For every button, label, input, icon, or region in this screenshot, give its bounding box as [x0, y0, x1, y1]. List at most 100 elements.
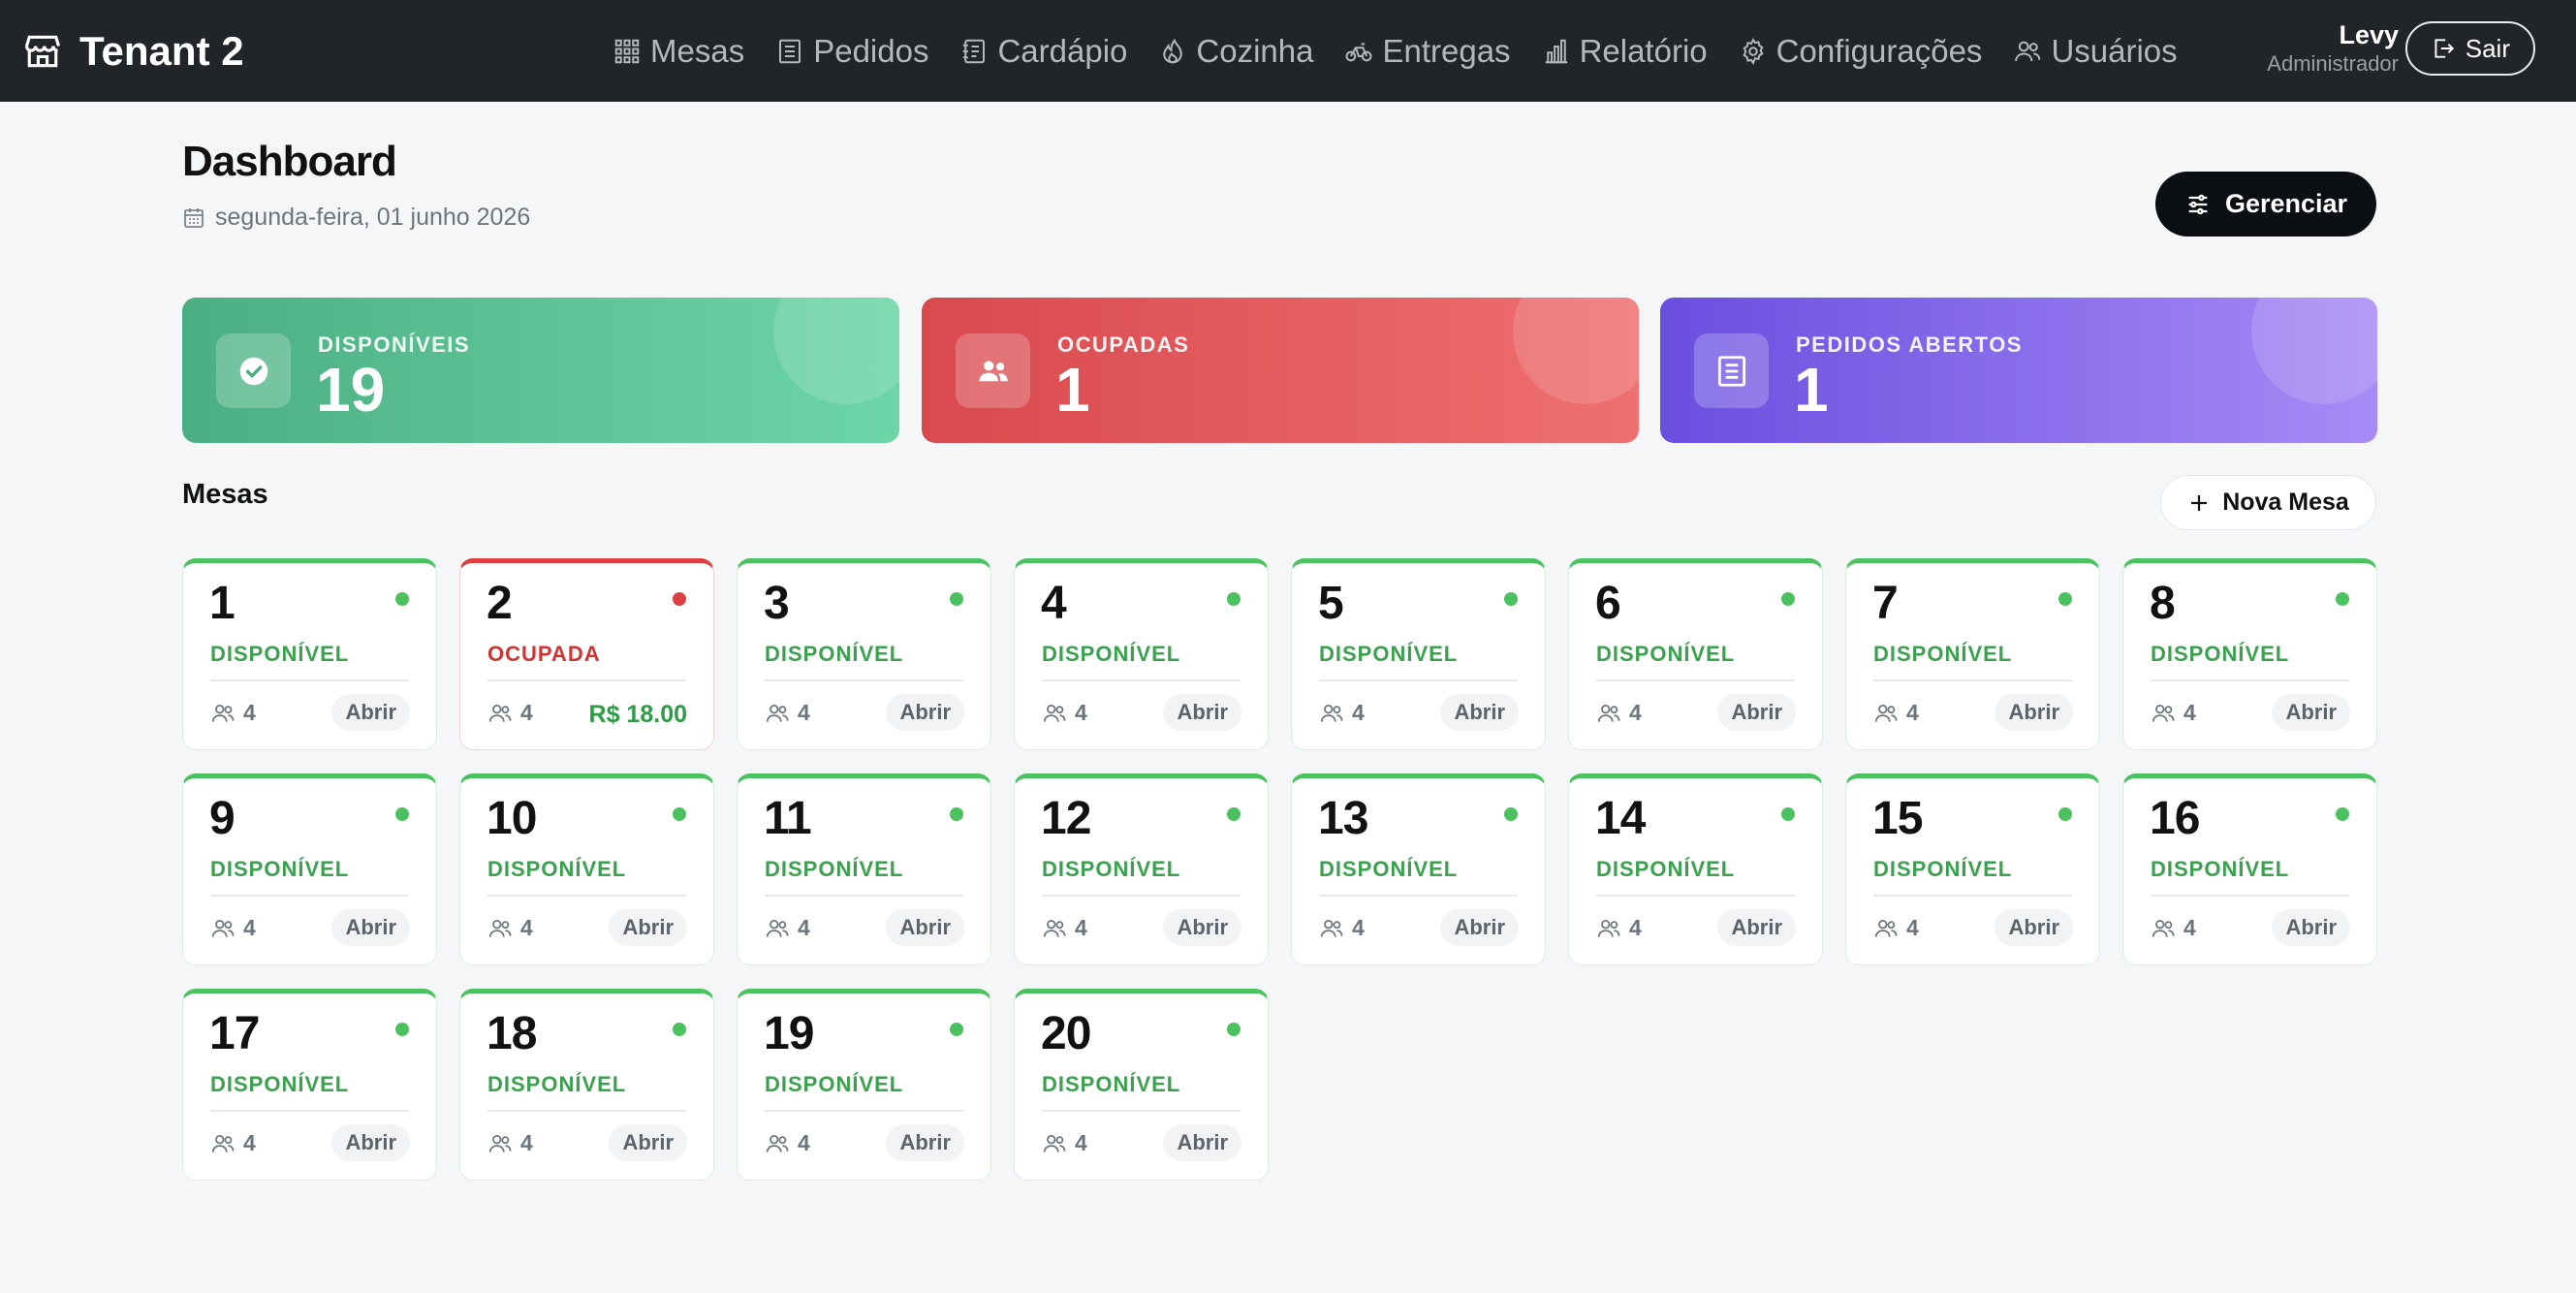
status-dot: [2336, 807, 2349, 821]
table-card[interactable]: 13 DISPONÍVEL 4 Abrir: [1291, 773, 1546, 965]
users-icon: [766, 1134, 789, 1152]
divider: [487, 679, 686, 681]
status-dot: [673, 592, 686, 606]
table-card[interactable]: 17 DISPONÍVEL 4 Abrir: [182, 989, 437, 1181]
table-card[interactable]: 10 DISPONÍVEL 4 Abrir: [459, 773, 714, 965]
table-card[interactable]: 1 DISPONÍVEL 4 Abrir: [182, 558, 437, 750]
open-table-button[interactable]: Abrir: [886, 1124, 964, 1161]
table-seats: 4: [765, 915, 810, 941]
open-table-button[interactable]: Abrir: [1440, 909, 1519, 946]
open-table-button[interactable]: Abrir: [331, 909, 410, 946]
status-dot: [1504, 807, 1518, 821]
open-table-button[interactable]: Abrir: [1995, 909, 2073, 946]
open-table-button[interactable]: Abrir: [1163, 1124, 1241, 1161]
table-seats: 4: [1596, 700, 1642, 726]
divider: [1042, 1110, 1241, 1112]
divider: [765, 1110, 963, 1112]
status-dot: [2336, 592, 2349, 606]
open-table-button[interactable]: Abrir: [2272, 694, 2350, 731]
table-card[interactable]: 15 DISPONÍVEL 4 Abrir: [1845, 773, 2100, 965]
users-icon: [488, 1134, 512, 1152]
open-table-button[interactable]: Abrir: [1440, 694, 1519, 731]
brand-name: Tenant 2: [79, 27, 244, 74]
receipt-icon: [779, 39, 801, 63]
table-card[interactable]: 18 DISPONÍVEL 4 Abrir: [459, 989, 714, 1181]
table-number: 5: [1318, 578, 1344, 629]
status-dot: [673, 1023, 686, 1036]
status-badge: DISPONÍVEL: [2151, 642, 2290, 666]
nav-item-relatorio[interactable]: Relatório: [1542, 33, 1708, 70]
open-table-button[interactable]: Abrir: [1163, 694, 1241, 731]
status-badge: DISPONÍVEL: [1596, 642, 1736, 666]
table-number: 4: [1041, 578, 1067, 629]
users-icon: [211, 919, 235, 937]
menu-book-icon: [963, 39, 986, 63]
open-table-button[interactable]: Abrir: [1717, 909, 1796, 946]
status-badge: DISPONÍVEL: [487, 857, 627, 881]
nav-item-cardapio[interactable]: Cardápio: [959, 33, 1127, 70]
open-table-button[interactable]: Abrir: [1163, 909, 1241, 946]
table-card[interactable]: 19 DISPONÍVEL 4 Abrir: [737, 989, 991, 1181]
table-card[interactable]: 16 DISPONÍVEL 4 Abrir: [2122, 773, 2377, 965]
open-table-button[interactable]: Abrir: [886, 909, 964, 946]
table-number: 20: [1041, 1008, 1091, 1059]
nav-item-entregas[interactable]: Entregas: [1344, 33, 1511, 70]
table-seats: 4: [487, 700, 533, 726]
table-seats: 4: [1042, 915, 1087, 941]
user-role: Administrador: [2267, 51, 2399, 76]
open-table-button[interactable]: Abrir: [1995, 694, 2073, 731]
table-number: 3: [764, 578, 790, 629]
open-table-button[interactable]: Abrir: [886, 694, 964, 731]
open-table-button[interactable]: Abrir: [331, 694, 410, 731]
table-seats: 4: [487, 915, 533, 941]
table-card[interactable]: 4 DISPONÍVEL 4 Abrir: [1014, 558, 1269, 750]
open-table-button[interactable]: Abrir: [609, 1124, 687, 1161]
open-table-button[interactable]: Abrir: [331, 1124, 410, 1161]
check-circle-icon: [239, 357, 267, 385]
nav-item-cozinha[interactable]: Cozinha: [1158, 33, 1313, 70]
status-badge: DISPONÍVEL: [765, 1072, 904, 1096]
table-number: 11: [764, 793, 812, 844]
divider: [1596, 679, 1795, 681]
status-dot: [1227, 807, 1241, 821]
table-card[interactable]: 11 DISPONÍVEL 4 Abrir: [737, 773, 991, 965]
status-badge: DISPONÍVEL: [1319, 857, 1459, 881]
table-card[interactable]: 12 DISPONÍVEL 4 Abrir: [1014, 773, 1269, 965]
table-card[interactable]: 8 DISPONÍVEL 4 Abrir: [2122, 558, 2377, 750]
status-dot: [395, 592, 409, 606]
table-amount: R$ 18.00: [588, 701, 687, 728]
nav-item-configuracoes[interactable]: Configurações: [1739, 33, 1982, 70]
table-card[interactable]: 2 OCUPADA 4 R$ 18.00: [459, 558, 714, 750]
manage-button[interactable]: Gerenciar: [2155, 172, 2376, 237]
divider: [210, 895, 409, 897]
table-card[interactable]: 3 DISPONÍVEL 4 Abrir: [737, 558, 991, 750]
open-table-button[interactable]: Abrir: [1717, 694, 1796, 731]
open-table-button[interactable]: Abrir: [2272, 909, 2350, 946]
gear-icon: [1743, 37, 1764, 65]
table-card[interactable]: 7 DISPONÍVEL 4 Abrir: [1845, 558, 2100, 750]
table-card[interactable]: 6 DISPONÍVEL 4 Abrir: [1568, 558, 1823, 750]
table-card[interactable]: 20 DISPONÍVEL 4 Abrir: [1014, 989, 1269, 1181]
stat-value: 1: [1055, 355, 1090, 425]
table-card[interactable]: 9 DISPONÍVEL 4 Abrir: [182, 773, 437, 965]
table-card[interactable]: 14 DISPONÍVEL 4 Abrir: [1568, 773, 1823, 965]
page-date: segunda-feira, 01 junho 2026: [182, 204, 530, 232]
top-navbar: Tenant 2 Mesas Pedidos Cardápio Cozinha …: [0, 0, 2576, 102]
nav-item-pedidos[interactable]: Pedidos: [775, 33, 928, 70]
table-card[interactable]: 5 DISPONÍVEL 4 Abrir: [1291, 558, 1546, 750]
main-nav: Mesas Pedidos Cardápio Cozinha Entregas …: [613, 0, 2178, 102]
table-number: 7: [1872, 578, 1899, 629]
nav-item-mesas[interactable]: Mesas: [613, 33, 744, 70]
brand[interactable]: Tenant 2: [21, 0, 244, 102]
status-dot: [395, 1023, 409, 1036]
status-dot: [1781, 807, 1795, 821]
sliders-icon: [2188, 194, 2208, 214]
users-icon: [766, 704, 789, 722]
open-table-button[interactable]: Abrir: [609, 909, 687, 946]
divider: [2151, 679, 2349, 681]
logout-button[interactable]: Sair: [2404, 21, 2535, 76]
nav-item-usuarios[interactable]: Usuários: [2013, 33, 2178, 70]
user-name: Levy: [2339, 20, 2399, 49]
new-table-button[interactable]: Nova Mesa: [2160, 475, 2376, 530]
users-icon: [488, 919, 512, 937]
